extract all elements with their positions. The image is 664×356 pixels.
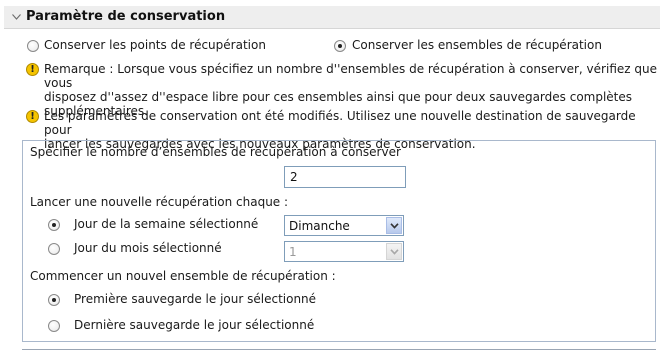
last-backup-radio[interactable] [48, 320, 60, 332]
set-count-input[interactable] [284, 166, 406, 188]
changed-line-1: Les paramètres de conservation ont été m… [44, 109, 636, 137]
keep-points-label[interactable]: Conserver les points de récupération [44, 38, 266, 52]
monthday-radio[interactable] [48, 243, 60, 255]
set-count-label: Spécifier le nombre d’ensembles de récup… [30, 145, 401, 159]
weekday-select-value: Dimanche [289, 219, 350, 233]
first-backup-radio[interactable] [48, 294, 60, 306]
start-label: Commencer un nouvel ensemble de récupéra… [30, 269, 336, 283]
weekday-radio[interactable] [48, 219, 60, 231]
section-title: Paramètre de conservation [26, 9, 226, 24]
keep-sets-radio[interactable] [334, 40, 346, 52]
warning-icon: ! [26, 63, 39, 76]
remark-line-1: Remarque : Lorsque vous spécifiez un nom… [44, 62, 657, 90]
weekday-select[interactable]: Dimanche [284, 215, 404, 236]
warning-icon: ! [26, 110, 39, 123]
section-header[interactable]: Paramètre de conservation [4, 6, 660, 29]
section-divider [22, 349, 656, 350]
monthday-label[interactable]: Jour du mois sélectionné [74, 241, 222, 255]
launch-label: Lancer une nouvelle récupération chaque … [30, 195, 289, 209]
last-backup-label[interactable]: Dernière sauvegarde le jour sélectionné [74, 318, 314, 332]
dropdown-button[interactable] [386, 243, 402, 260]
dropdown-button[interactable] [386, 217, 402, 234]
keep-sets-label[interactable]: Conserver les ensembles de récupération [352, 38, 602, 52]
monthday-select[interactable]: 1 [284, 241, 404, 262]
keep-points-radio[interactable] [27, 40, 39, 52]
monthday-select-value: 1 [289, 245, 297, 259]
chevron-down-icon[interactable] [12, 14, 21, 20]
weekday-label[interactable]: Jour de la semaine sélectionné [74, 217, 258, 231]
chevron-down-icon [390, 223, 399, 229]
remark-line-2: disposez d''assez d''espace libre pour c… [44, 90, 633, 104]
first-backup-label[interactable]: Première sauvegarde le jour sélectionné [74, 292, 316, 306]
chevron-down-icon [390, 249, 399, 255]
